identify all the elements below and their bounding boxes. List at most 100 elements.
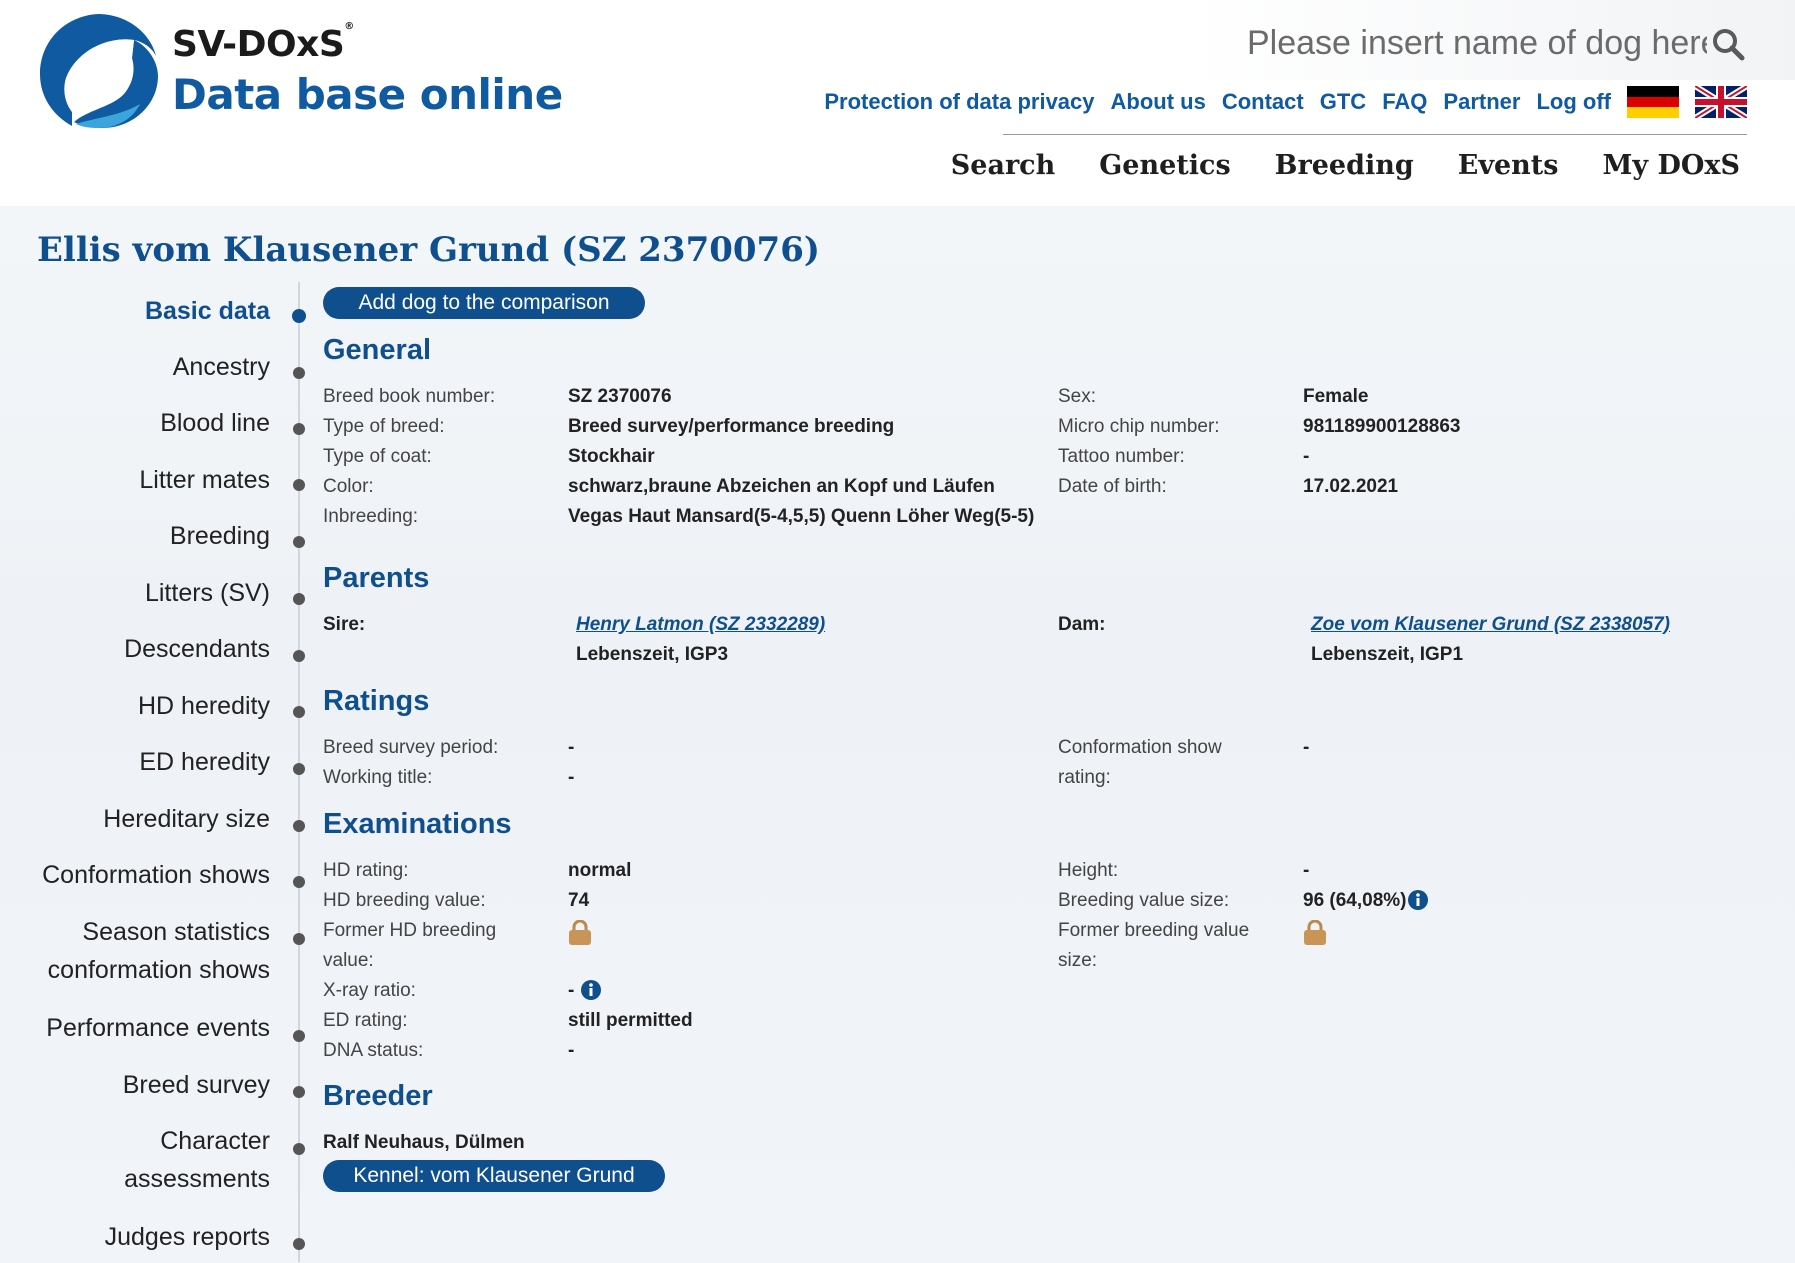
sidebar-dot: [293, 706, 305, 718]
label-inbreeding: Inbreeding:: [323, 506, 419, 527]
label-dam: Dam:: [1058, 614, 1106, 635]
search-input[interactable]: [1245, 18, 1709, 68]
value-ed: still permitted: [568, 1010, 693, 1031]
sidebar-item-judges-reports[interactable]: Judges reports: [105, 1218, 270, 1256]
section-general-heading: General: [323, 334, 431, 366]
label-former-hd: Former HD breeding: [323, 920, 497, 941]
main-nav: Search Genetics Breeding Events My DOxS: [951, 150, 1740, 181]
value-dob: 17.02.2021: [1303, 476, 1399, 497]
label-breed-book: Breed book number:: [323, 386, 496, 407]
flag-germany-icon[interactable]: [1627, 86, 1679, 118]
label-former-hd-2: value:: [323, 950, 374, 971]
value-tattoo: -: [1303, 446, 1310, 467]
lock-icon[interactable]: [1303, 920, 1327, 946]
sidebar-dot: [292, 309, 306, 323]
sidebar-dot: [293, 593, 305, 605]
label-bv-size: Breeding value size:: [1058, 890, 1230, 911]
label-chip: Micro chip number:: [1058, 416, 1220, 437]
sidebar-dot: [293, 876, 305, 888]
nav-search[interactable]: Search: [951, 150, 1055, 181]
link-partner[interactable]: Partner: [1443, 89, 1520, 115]
info-icon[interactable]: [581, 980, 601, 1000]
value-bv-size: 96 (64,08%): [1303, 890, 1407, 911]
value-hd-rating: normal: [568, 860, 632, 881]
brand-subtitle: Data base online: [172, 70, 563, 119]
top-links: Protection of data privacy About us Cont…: [824, 86, 1747, 118]
label-type-coat: Type of coat:: [323, 446, 432, 467]
sidebar-dot: [293, 536, 305, 548]
link-faq[interactable]: FAQ: [1382, 89, 1427, 115]
section-examinations-heading: Examinations: [323, 808, 512, 840]
sidebar-item-breeding[interactable]: Breeding: [170, 517, 270, 555]
link-about-us[interactable]: About us: [1111, 89, 1206, 115]
logo-icon[interactable]: [36, 12, 160, 130]
value-sire-info: Lebenszeit, IGP3: [576, 644, 729, 665]
value-dna: -: [568, 1040, 575, 1061]
value-inbreeding: Vegas Haut Mansard(5-4,5,5) Quenn Löher …: [568, 506, 1035, 527]
sidebar-item-ed-heredity[interactable]: ED heredity: [139, 743, 270, 781]
label-xray: X-ray ratio:: [323, 980, 416, 1001]
value-xray: -: [568, 980, 575, 1001]
nav-my-doxs[interactable]: My DOxS: [1602, 150, 1740, 181]
sidebar-item-ancestry[interactable]: Ancestry: [173, 348, 270, 386]
link-contact[interactable]: Contact: [1222, 89, 1304, 115]
sidebar-dot: [293, 1030, 305, 1042]
sidebar-item-descendants[interactable]: Descendants: [124, 630, 270, 668]
sidebar-item-performance-events[interactable]: Performance events: [46, 1009, 270, 1047]
section-breeder-heading: Breeder: [323, 1080, 433, 1112]
flag-uk-icon[interactable]: [1695, 86, 1747, 118]
nav-breeding[interactable]: Breeding: [1275, 150, 1414, 181]
sidebar-item-character[interactable]: Character: [160, 1122, 270, 1160]
lock-icon[interactable]: [568, 920, 592, 946]
label-sire: Sire:: [323, 614, 366, 635]
sidebar-item-blood-line[interactable]: Blood line: [160, 404, 270, 442]
sidebar-dot: [293, 650, 305, 662]
nav-events[interactable]: Events: [1458, 150, 1559, 181]
section-parents-heading: Parents: [323, 562, 430, 594]
link-data-privacy[interactable]: Protection of data privacy: [824, 89, 1094, 115]
info-icon[interactable]: [1408, 890, 1428, 910]
sidebar-item-litter-mates[interactable]: Litter mates: [139, 461, 270, 499]
link-dam[interactable]: Zoe vom Klausener Grund (SZ 2338057): [1311, 610, 1670, 640]
sidebar-item-breed-survey[interactable]: Breed survey: [123, 1066, 270, 1104]
add-to-comparison-button[interactable]: Add dog to the comparison: [323, 287, 645, 319]
label-height: Height:: [1058, 860, 1119, 881]
search-icon[interactable]: [1710, 26, 1746, 62]
label-working-title: Working title:: [323, 767, 433, 788]
value-breeder-name: Ralf Neuhaus, Dülmen: [323, 1132, 525, 1153]
page-title: Ellis vom Klausener Grund (SZ 2370076): [37, 230, 820, 270]
value-sex: Female: [1303, 386, 1369, 407]
link-log-off[interactable]: Log off: [1536, 89, 1611, 115]
value-type-coat: Stockhair: [568, 446, 655, 467]
section-ratings-heading: Ratings: [323, 685, 430, 717]
nav-genetics[interactable]: Genetics: [1099, 150, 1230, 181]
value-conformation-rating: -: [1303, 737, 1310, 758]
kennel-button[interactable]: Kennel: vom Klausener Grund: [323, 1160, 665, 1192]
sidebar-item-character-2[interactable]: assessments: [124, 1160, 270, 1198]
sidebar-item-litters-sv[interactable]: Litters (SV): [145, 574, 270, 612]
sidebar-item-conformation-shows[interactable]: Conformation shows: [42, 856, 270, 894]
label-survey-period: Breed survey period:: [323, 737, 499, 758]
label-type-breed: Type of breed:: [323, 416, 445, 437]
sidebar-item-season-statistics-2[interactable]: conformation shows: [48, 951, 270, 989]
label-sex: Sex:: [1058, 386, 1097, 407]
sidebar-item-hd-heredity[interactable]: HD heredity: [138, 687, 270, 725]
value-hd-bv: 74: [568, 890, 590, 911]
label-tattoo: Tattoo number:: [1058, 446, 1185, 467]
value-type-breed: Breed survey/performance breeding: [568, 416, 895, 437]
label-conformation-rating-2: rating:: [1058, 767, 1111, 788]
label-hd-rating: HD rating:: [323, 860, 409, 881]
value-breed-book: SZ 2370076: [568, 386, 672, 407]
header-divider: [1003, 134, 1747, 135]
sidebar-item-basic-data[interactable]: Basic data: [145, 292, 270, 330]
label-former-bv: Former breeding value: [1058, 920, 1250, 941]
label-dob: Date of birth:: [1058, 476, 1167, 497]
sidebar-dot: [293, 763, 305, 775]
sidebar-item-hereditary-size[interactable]: Hereditary size: [103, 800, 270, 838]
link-sire[interactable]: Henry Latmon (SZ 2332289): [576, 610, 825, 640]
sidebar-item-season-statistics[interactable]: Season statistics: [82, 913, 270, 951]
sidebar-dot: [293, 423, 305, 435]
value-dam-info: Lebenszeit, IGP1: [1311, 644, 1464, 665]
link-gtc[interactable]: GTC: [1320, 89, 1366, 115]
value-chip: 981189900128863: [1303, 416, 1461, 437]
